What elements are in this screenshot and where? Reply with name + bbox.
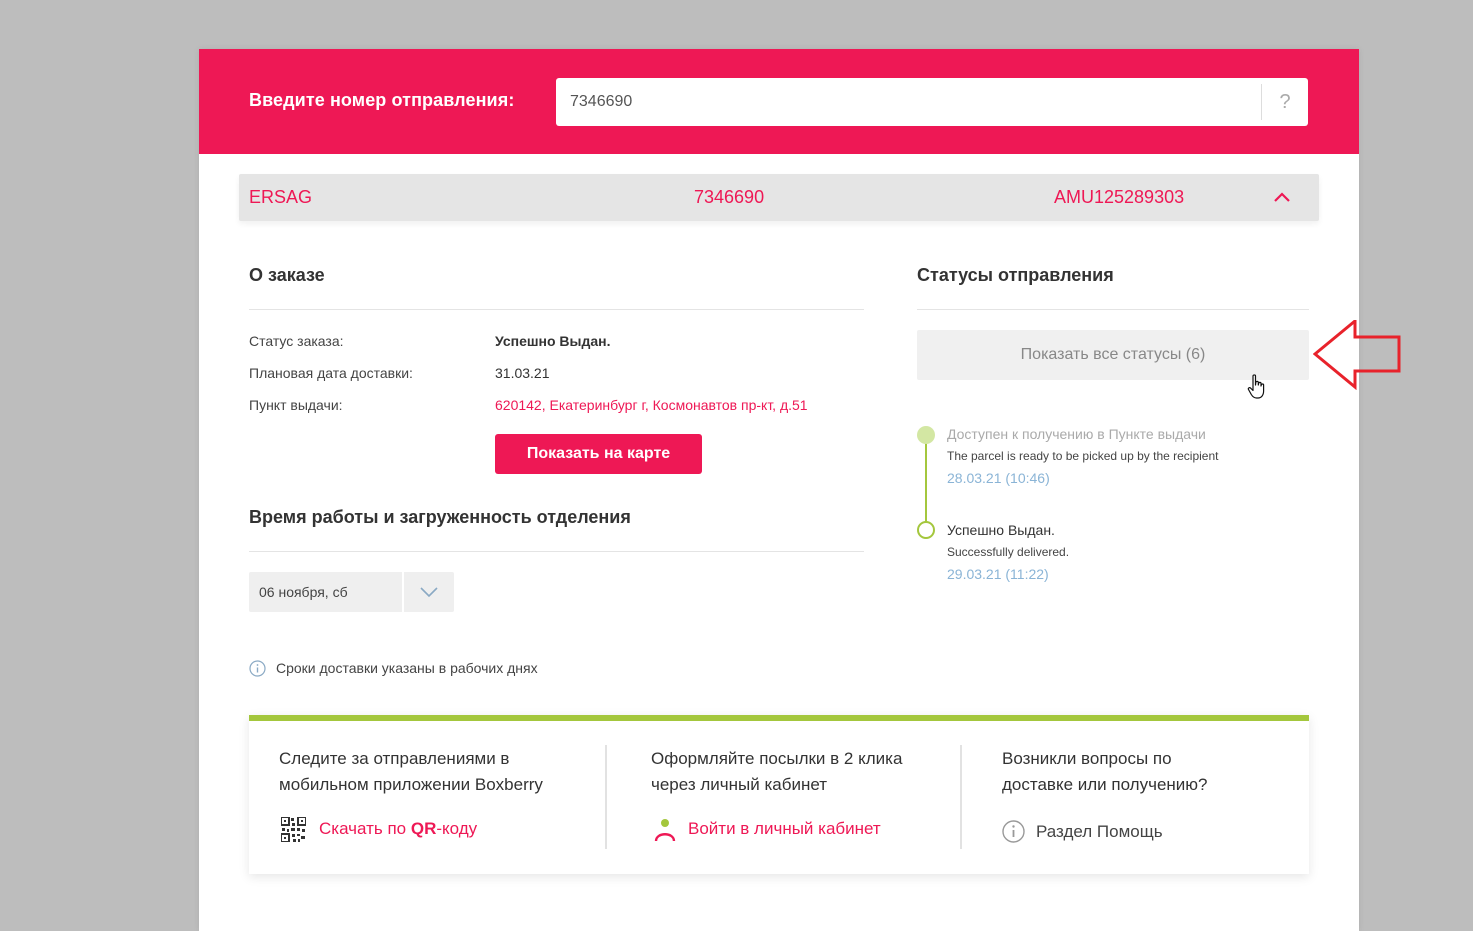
help-promo-title: Возникли вопросы по доставке или получен… xyxy=(1002,749,1208,794)
statuses-section-title: Статусы отправления xyxy=(917,265,1114,285)
status-item-date: 28.03.21 (10:46) xyxy=(947,470,1050,486)
timeline-dot-current xyxy=(917,521,935,539)
status-item-subtitle: The parcel is ready to be picked up by t… xyxy=(947,449,1219,463)
tracking-header: Введите номер отправления: ? xyxy=(199,49,1359,154)
help-section-link[interactable]: Раздел Помощь xyxy=(1036,822,1163,842)
shipment-number: 7346690 xyxy=(694,187,765,207)
order-status-value: Успешно Выдан. xyxy=(495,333,611,349)
timeline-line xyxy=(925,434,927,530)
show-on-map-button[interactable]: Показать на карте xyxy=(495,434,702,474)
promo-divider xyxy=(605,745,607,849)
pickup-point-label: Пункт выдачи: xyxy=(249,397,343,413)
hand-cursor-icon xyxy=(1247,374,1265,399)
statuses-divider xyxy=(917,309,1309,310)
promo-panel: Следите за отправлениями в мобильном при… xyxy=(249,715,1309,874)
chevron-down-icon[interactable] xyxy=(404,572,454,612)
qr-code-icon xyxy=(281,817,306,842)
status-item-subtitle: Successfully delivered. xyxy=(947,545,1070,559)
show-all-statuses-button[interactable]: Показать все статусы (6) xyxy=(917,330,1309,380)
tracking-search-box: ? xyxy=(556,78,1308,126)
tracking-prompt-label: Введите номер отправления: xyxy=(249,90,515,110)
date-select[interactable]: 06 ноября, сб xyxy=(249,572,454,612)
chevron-up-icon[interactable] xyxy=(1272,188,1292,208)
info-icon xyxy=(249,660,266,677)
delivery-date-label: Плановая дата доставки: xyxy=(249,365,413,381)
status-item-title: Успешно Выдан. xyxy=(947,522,1055,538)
date-select-value: 06 ноября, сб xyxy=(259,584,348,600)
personal-cabinet-link[interactable]: Войти в личный кабинет xyxy=(688,819,881,839)
help-icon[interactable]: ? xyxy=(1262,78,1308,126)
user-icon xyxy=(654,819,676,842)
promo-divider xyxy=(960,745,962,849)
timeline-dot-past xyxy=(917,426,935,444)
tracking-card: Введите номер отправления: ? ERSAG 73466… xyxy=(199,49,1359,931)
order-status-label: Статус заказа: xyxy=(249,333,344,349)
status-item-date: 29.03.21 (11:22) xyxy=(947,566,1049,582)
app-promo-title: Следите за отправлениями в мобильном при… xyxy=(279,749,543,794)
order-section-title: О заказе xyxy=(249,265,325,285)
shipment-code: AMU125289303 xyxy=(1054,187,1185,207)
delivery-date-value: 31.03.21 xyxy=(495,365,550,381)
shipment-summary-bar[interactable]: ERSAG 7346690 AMU125289303 xyxy=(239,174,1319,221)
tracking-number-input[interactable] xyxy=(556,78,1246,126)
delivery-terms-text: Сроки доставки указаны в рабочих днях xyxy=(276,660,538,676)
hours-section-title: Время работы и загруженность отделения xyxy=(249,507,631,527)
status-item-title: Доступен к получению в Пункте выдачи xyxy=(947,426,1206,442)
qr-download-link[interactable]: Скачать по QR-коду xyxy=(319,819,477,839)
info-icon xyxy=(1002,820,1025,843)
cabinet-promo-title: Оформляйте посылки в 2 клика через личны… xyxy=(651,749,903,794)
annotation-arrow-icon xyxy=(1313,320,1401,390)
order-divider xyxy=(249,309,864,310)
pickup-point-link[interactable]: 620142, Екатеринбург г, Космонавтов пр-к… xyxy=(495,397,808,413)
shipment-sender: ERSAG xyxy=(249,187,313,207)
hours-divider xyxy=(249,551,864,552)
